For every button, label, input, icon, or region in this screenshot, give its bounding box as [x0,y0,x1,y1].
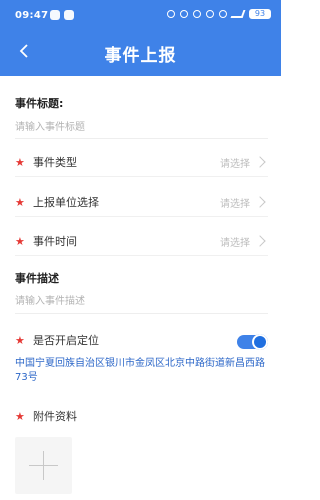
chevron-right-icon [254,156,266,168]
notification-icon [50,10,60,20]
back-button[interactable] [14,41,34,61]
divider [15,313,268,314]
status-time: 09:47 [15,10,49,21]
required-star: ★ [15,155,25,169]
app-notification-icon [64,10,74,20]
location-toggle[interactable] [237,334,268,350]
nav-bar: 事件上报 [0,30,281,76]
attachments-label: 附件资料 [33,410,77,423]
status-icons: 93 [167,9,271,19]
nfc-icon [180,10,188,18]
wifi-icon [219,10,227,18]
page-title: 事件上报 [104,45,177,66]
event-description-input[interactable]: 请输入事件描述 [15,292,268,307]
chevron-right-icon [254,196,266,208]
status-bar: 09:47 93 [0,0,281,30]
event-time-label: 事件时间 [33,235,77,248]
required-star: ★ [15,409,25,423]
required-star: ★ [15,234,25,248]
add-attachment-button[interactable] [15,437,72,494]
toggle-knob [252,334,268,350]
signal-icon [230,10,246,18]
required-star: ★ [15,195,25,209]
required-star: ★ [15,333,25,347]
mute-icon [206,10,214,18]
location-toggle-row: ★ 是否开启定位 [15,326,268,354]
event-time-select[interactable]: ★ 事件时间 请选择 [15,227,268,256]
app-header: 09:47 93 事件上报 [0,0,281,76]
event-type-label: 事件类型 [33,156,77,169]
attachments-row: ★ 附件资料 [15,402,268,430]
location-icon [193,10,201,18]
location-toggle-label: 是否开启定位 [33,334,99,347]
address-text: 中国宁夏回族自治区银川市金凤区北京中路街道新昌西路73号 [15,358,265,383]
report-unit-select[interactable]: ★ 上报单位选择 请选择 [15,188,268,217]
chevron-left-icon [19,44,28,58]
eye-icon [167,10,175,18]
chevron-right-icon [254,235,266,247]
event-title-label-text: 事件标题: [15,97,64,110]
event-title-input[interactable]: 请输入事件标题 [15,118,268,133]
report-unit-value: 请选择 [220,198,250,210]
event-type-select[interactable]: ★ 事件类型 请选择 [15,148,268,177]
report-unit-label: 上报单位选择 [33,196,99,209]
event-time-value: 请选择 [220,237,250,249]
divider [15,138,268,139]
battery-icon: 93 [249,9,271,19]
event-type-value: 请选择 [220,158,250,170]
plus-icon-vertical [43,451,44,480]
event-description-label: 事件描述 [15,272,59,285]
